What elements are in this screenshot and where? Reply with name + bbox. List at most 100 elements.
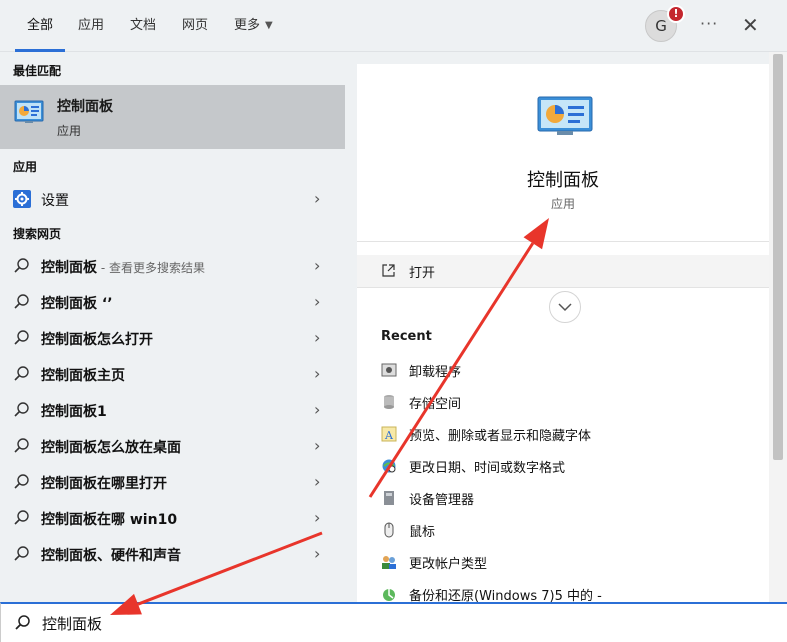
web-result-label: 控制面板1: [41, 401, 107, 421]
control-panel-icon: [14, 100, 44, 123]
user-accounts-icon: [382, 556, 396, 569]
tab-all[interactable]: 全部: [14, 0, 66, 52]
mouse-icon: [384, 522, 394, 538]
close-glyph: ✕: [742, 13, 759, 37]
tab-documents[interactable]: 文档: [130, 0, 156, 52]
storage-icon: [384, 395, 394, 409]
tab-label: 应用: [78, 18, 105, 33]
control-panel-large-icon: [537, 96, 593, 135]
web-result-item[interactable]: 控制面板在哪 win10 ›: [0, 500, 345, 536]
web-result-label: 控制面板 - 查看更多搜索结果: [41, 257, 205, 277]
web-result-text: 控制面板: [41, 260, 97, 276]
svg-text:A: A: [384, 429, 394, 442]
web-result-item[interactable]: 控制面板、硬件和声音 ›: [0, 536, 345, 572]
backup-restore-icon: [383, 589, 395, 601]
recent-item[interactable]: 鼠标: [357, 514, 769, 546]
tab-label: 全部: [27, 18, 54, 33]
recent-item[interactable]: 更改帐户类型: [357, 546, 769, 578]
web-result-text: 控制面板 ‘’: [41, 296, 113, 312]
alert-icon: !: [673, 7, 679, 20]
web-result-text: 控制面板怎么放在桌面: [41, 440, 181, 456]
web-result-label: 控制面板怎么放在桌面: [41, 437, 181, 457]
recent-item-label: 鼠标: [409, 525, 436, 540]
chevron-down-icon: ▼: [265, 20, 273, 31]
recent-item-label: 卸载程序: [409, 365, 462, 380]
web-result-label: 控制面板 ‘’: [41, 293, 113, 313]
open-action[interactable]: 打开: [357, 255, 769, 287]
web-result-label: 控制面板怎么打开: [41, 329, 153, 349]
results-pane: 最佳匹配 控制面板 应用 应用 设置 › 搜索网页 控制面板 - 查看更多搜索结…: [0, 52, 357, 602]
recent-item[interactable]: 存储空间: [357, 386, 769, 418]
tab-apps[interactable]: 应用: [78, 0, 104, 52]
scrollbar[interactable]: [769, 52, 787, 602]
search-icon: [15, 615, 30, 630]
best-match-title: 控制面板: [57, 99, 113, 115]
tab-label: 文档: [130, 18, 157, 33]
preview-pane: 控制面板 应用 打开 Recent 卸载程序 存储空间 A 预览、删除或者显示和隐藏字…: [357, 64, 769, 604]
web-result-text: 控制面板在哪 win10: [41, 512, 178, 528]
tab-more[interactable]: 更多 ▼: [234, 0, 273, 52]
web-result-item[interactable]: 控制面板怎么打开 ›: [0, 320, 345, 356]
search-icon: [14, 402, 29, 417]
search-icon: [14, 546, 29, 561]
recent-item[interactable]: 卸载程序: [357, 354, 769, 386]
chevron-right-icon: ›: [314, 292, 321, 311]
open-external-icon: [382, 264, 395, 277]
web-result-label: 控制面板主页: [41, 365, 125, 385]
search-icon: [14, 474, 29, 489]
chevron-right-icon: ›: [314, 436, 321, 455]
web-result-item[interactable]: 控制面板在哪里打开 ›: [0, 464, 345, 500]
recent-item[interactable]: 更改日期、时间或数字格式: [357, 450, 769, 482]
web-result-item[interactable]: 控制面板主页 ›: [0, 356, 345, 392]
app-result-settings[interactable]: 设置 ›: [0, 181, 345, 217]
tab-label: 更多: [234, 18, 261, 33]
divider: [357, 241, 769, 242]
web-result-item[interactable]: 控制面板 - 查看更多搜索结果 ›: [0, 248, 345, 284]
chevron-down-icon: [558, 303, 572, 312]
open-action-label: 打开: [409, 266, 436, 281]
search-box[interactable]: 控制面板: [0, 602, 787, 642]
web-search-heading: 搜索网页: [13, 227, 62, 241]
web-result-item[interactable]: 控制面板 ‘’ ›: [0, 284, 345, 320]
chevron-right-icon: ›: [314, 256, 321, 275]
close-icon[interactable]: ✕: [742, 13, 759, 37]
search-icon: [14, 438, 29, 453]
web-result-label: 控制面板在哪 win10: [41, 509, 177, 529]
search-scope-bar: 全部 应用 文档 网页 更多 ▼ G ! ··· ✕: [0, 0, 787, 52]
device-manager-icon: [384, 491, 394, 505]
web-result-item[interactable]: 控制面板1 ›: [0, 392, 345, 428]
chevron-right-icon: ›: [314, 328, 321, 347]
more-options-glyph: ···: [700, 14, 719, 33]
recent-item[interactable]: A 预览、删除或者显示和隐藏字体: [357, 418, 769, 450]
avatar-initial: G: [655, 17, 667, 35]
search-icon: [14, 294, 29, 309]
search-icon: [14, 510, 29, 525]
recent-item-label: 更改日期、时间或数字格式: [409, 461, 566, 476]
chevron-right-icon: ›: [314, 508, 321, 527]
best-match-subtitle: 应用: [57, 124, 82, 138]
chevron-right-icon: ›: [314, 472, 321, 491]
tab-web[interactable]: 网页: [182, 0, 208, 52]
recent-item-label: 设备管理器: [409, 493, 475, 508]
web-result-label: 控制面板、硬件和声音: [41, 545, 181, 565]
apps-heading: 应用: [13, 160, 38, 174]
web-result-item[interactable]: 控制面板怎么放在桌面 ›: [0, 428, 345, 464]
search-icon: [14, 258, 29, 273]
expand-button[interactable]: [549, 291, 581, 323]
more-options-icon[interactable]: ···: [700, 14, 718, 33]
web-result-text: 控制面板、硬件和声音: [41, 548, 181, 564]
recent-item-label: 预览、删除或者显示和隐藏字体: [409, 429, 592, 444]
web-result-label: 控制面板在哪里打开: [41, 473, 167, 493]
web-result-text: 控制面板在哪里打开: [41, 476, 167, 492]
best-match-item[interactable]: 控制面板 应用: [0, 85, 345, 149]
web-result-text: 控制面板主页: [41, 368, 125, 384]
date-time-icon: [382, 459, 396, 473]
recent-item-label: 存储空间: [409, 397, 462, 412]
web-result-text: 控制面板怎么打开: [41, 332, 153, 348]
search-input[interactable]: 控制面板: [42, 613, 102, 634]
web-result-suffix: - 查看更多搜索结果: [97, 261, 205, 275]
web-result-text: 控制面板1: [41, 404, 107, 420]
recent-item[interactable]: 设备管理器: [357, 482, 769, 514]
scrollbar-thumb[interactable]: [773, 54, 783, 460]
search-icon: [14, 366, 29, 381]
